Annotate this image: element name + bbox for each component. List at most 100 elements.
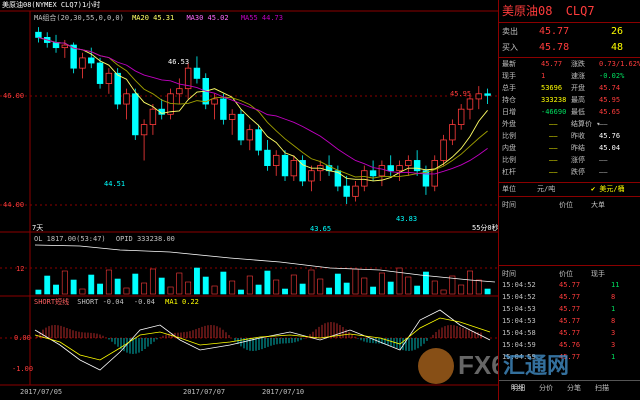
volume-axis-label: 12 [16,265,25,273]
unit-cny-option[interactable]: 元/吨 [537,185,555,194]
stat-value: 0.73/1.62% [599,60,640,68]
volume-bar [361,277,368,295]
volume-bar [70,279,77,295]
stat-label: 最新 [502,60,516,68]
candle-body [237,113,245,141]
candle-body [114,72,121,105]
unit-usd-option[interactable]: ✔ 美元/桶 [591,185,625,194]
volume-bar [458,284,465,295]
candle-body [35,31,42,38]
candle-body [132,93,139,136]
tab-detail[interactable]: 明细 [511,383,525,393]
sell-volume: 26 [611,26,624,37]
candle-body [299,160,306,182]
candle-body [140,124,148,136]
stat-label: 速涨 [571,72,585,80]
chart-area[interactable]: 美原油08(NYMEX CLQ7)1小时 MA组合(20,30,55,0,0,0… [0,0,506,400]
window-title: 美原油08(NYMEX CLQ7)1小时 [2,1,101,9]
volume-bar [185,281,192,295]
volume-bar [97,283,103,295]
stat-label: 昨结 [571,144,585,152]
candle-body [466,98,474,110]
volume-bar [53,284,59,295]
big-header-size: 大单 [591,201,605,209]
volume-bar [246,275,253,295]
tick-header-price: 价位 [559,270,573,278]
watermark-text-2: 汇通网 [503,353,570,378]
stat-value: —— [549,168,558,176]
ma1-value: MA1 0.22 [165,298,199,306]
volume-bar [229,280,236,295]
tick-header-vol: 现手 [591,270,605,278]
date-label: 2017/07/10 [262,388,305,396]
candle-body [387,165,394,172]
candle-body [290,160,298,177]
volume-bar [105,269,112,295]
stat-value: —— [549,144,558,152]
volume-bar [149,268,156,295]
stat-value: —— [549,120,558,128]
big-header-price: 价位 [559,201,573,209]
stat-label: 涨跌 [571,60,585,68]
volume-bar [202,276,209,295]
tick-vol: 3 [611,329,616,337]
candle-body [396,165,403,172]
volume-bar [35,289,42,295]
ma-combo-label: MA组合(20,30,55,0,0,0) [34,14,124,22]
candle-body [88,57,95,64]
tick-time: 15:04:53 [502,305,536,313]
candle-body [361,170,368,187]
volume-bar [352,268,359,295]
tick-time: 15:04:58 [502,329,536,337]
stat-value: 1 [541,72,546,80]
stat-label: 杠杆 [502,168,516,176]
volume-bar [167,286,174,295]
unit-label: 单位 [502,185,516,193]
volume-bar [176,272,183,295]
stat-value: 45.77 [541,60,563,68]
big-header-time: 时间 [502,201,516,209]
volume-bar [79,288,86,295]
ma30-label: MA30 45.02 [186,14,229,22]
volume-bar [123,287,130,295]
candle-body [369,170,377,177]
stat-value: 45.74 [599,84,621,92]
candle-body [246,129,254,141]
volume-bar [132,273,139,295]
volume-bar [194,267,200,295]
stat-label: 持仓 [502,96,516,104]
candle-body [272,154,280,166]
candle-body [484,93,491,96]
tab-scan[interactable]: 扫描 [595,383,609,393]
volume-bar [61,270,68,295]
candle-body [176,88,183,95]
stat-value: —— [549,132,558,140]
candlestick-chart[interactable] [0,0,500,400]
stat-value: —— [549,156,558,164]
stat-label: 比例 [502,132,516,140]
tick-time: 15:04:53 [502,317,536,325]
volume-bar [343,282,350,295]
price-axis-label: 46.00 [3,92,25,100]
volume-bar [440,289,447,295]
tick-vol: 8 [611,317,616,325]
tab-price-dist[interactable]: 分价 [539,383,553,393]
candle-body [52,42,60,49]
volume-bar [317,278,324,295]
tick-price: 45.77 [559,329,581,337]
tab-ticks[interactable]: 分笔 [567,383,581,393]
short-value-2: -0.04 [133,298,155,306]
buy-volume: 48 [611,42,624,53]
short-value: SHORT -0.04 [77,298,124,306]
sell-price: 45.77 [539,26,570,37]
volume-bar [378,272,385,295]
volume-bar [484,288,491,295]
volume-bar [405,276,412,295]
volume-bar [290,274,297,295]
tick-time: 15:04:52 [502,281,536,289]
date-label: 2017/07/07 [183,388,226,396]
ma55-label: MA55 44.73 [240,14,283,22]
ma55-line [38,36,488,175]
volume-bar [326,287,332,295]
volume-bar [475,279,482,295]
